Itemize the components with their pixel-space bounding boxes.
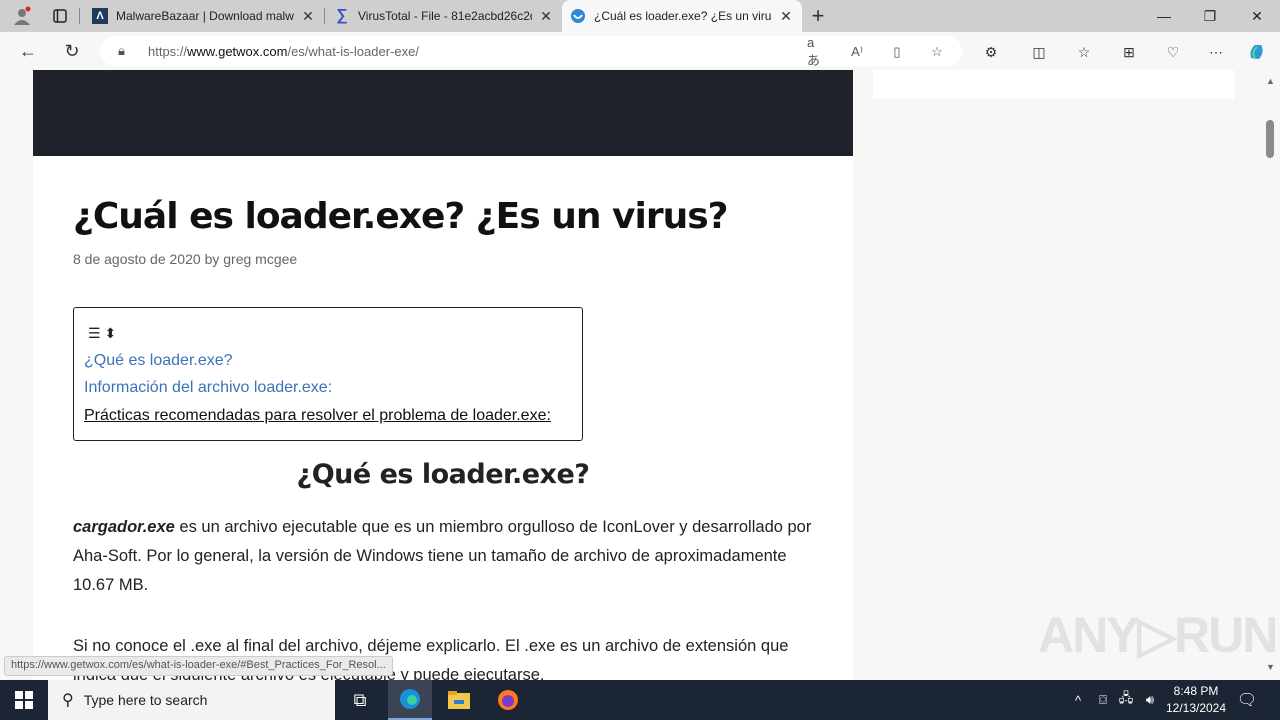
url-text[interactable]: https://www.getwox.com/es/what-is-loader… bbox=[148, 44, 419, 59]
clock-date: 12/13/2024 bbox=[1165, 701, 1227, 715]
tab-separator bbox=[324, 8, 325, 24]
getwox-icon bbox=[570, 8, 586, 24]
favorite-star-icon[interactable]: ☆ bbox=[927, 42, 947, 62]
toc-link[interactable]: ¿Qué es loader.exe? bbox=[84, 352, 233, 370]
taskbar: ⚲ Type here to search ⧉ ^ ⌼ 🖧︎ 🔊︎ 8:48 P… bbox=[0, 680, 1280, 720]
refresh-button[interactable]: ↻ bbox=[58, 39, 86, 63]
emphasis-term: cargador.exe bbox=[73, 518, 175, 536]
translate-icon[interactable]: aあ bbox=[807, 35, 827, 68]
search-placeholder: Type here to search bbox=[83, 692, 208, 708]
read-aloud-icon[interactable]: A⁾ bbox=[847, 42, 867, 62]
taskbar-search[interactable]: ⚲ Type here to search bbox=[48, 680, 335, 720]
scrollbar-thumb[interactable] bbox=[1266, 120, 1274, 158]
author-link[interactable]: greg mcgee bbox=[223, 251, 297, 267]
tab-separator bbox=[79, 8, 80, 24]
firefox-icon[interactable] bbox=[486, 680, 530, 720]
vertical-scrollbar[interactable]: ▲ ▼ bbox=[1262, 70, 1280, 680]
scroll-up-icon[interactable]: ▲ bbox=[1266, 76, 1275, 86]
close-tab-icon[interactable]: ✕ bbox=[778, 8, 794, 25]
paragraph: cargador.exe es un archivo ejecutable qu… bbox=[73, 513, 823, 600]
virustotal-icon: ∑ bbox=[336, 7, 348, 24]
toc-link[interactable]: Prácticas recomendadas para resolver el … bbox=[84, 407, 551, 425]
toc-toggle-icon[interactable]: ☰ ⬍ bbox=[88, 325, 116, 342]
clock-time: 8:48 PM bbox=[1173, 684, 1219, 698]
notifications-icon[interactable]: 🗨︎ bbox=[1237, 690, 1257, 710]
anyrun-watermark: ANY▷RUN bbox=[1038, 607, 1278, 663]
start-button[interactable] bbox=[0, 680, 48, 720]
post-date: 8 de agosto de 2020 bbox=[73, 251, 201, 267]
page-viewport: ¿Cuál es loader.exe? ¿Es un virus? 8 de … bbox=[0, 70, 1262, 680]
extensions-icon[interactable]: ⚙︎ bbox=[981, 42, 1001, 62]
restore-button[interactable]: ❐ bbox=[1187, 0, 1233, 32]
system-clock[interactable]: 8:48 PM 12/13/2024 bbox=[1160, 683, 1232, 717]
toc-link[interactable]: Información del archivo loader.exe: bbox=[84, 379, 332, 397]
address-bar[interactable]: 🔒︎ https://www.getwox.com/es/what-is-loa… bbox=[100, 35, 962, 68]
copilot-icon[interactable] bbox=[1247, 42, 1267, 62]
address-toolbar: ← ↻ 🔒︎ https://www.getwox.com/es/what-is… bbox=[0, 32, 1280, 70]
profile-avatar-icon[interactable] bbox=[10, 4, 34, 28]
file-explorer-icon[interactable] bbox=[437, 680, 481, 720]
volume-icon[interactable]: 🔊︎ bbox=[1140, 690, 1160, 710]
search-icon: ⚲ bbox=[62, 692, 74, 709]
hero-banner bbox=[33, 70, 853, 156]
favorites-icon[interactable]: ☆ bbox=[1074, 42, 1094, 62]
article-title: ¿Cuál es loader.exe? ¿Es un virus? bbox=[73, 196, 729, 237]
sidebar-widget bbox=[873, 70, 1234, 99]
tab-strip: Λ MalwareBazaar | Download malware ✕ ∑ V… bbox=[0, 0, 1280, 32]
tab-virustotal[interactable]: ∑ VirusTotal - File - 81e2acbd26c2d ✕ bbox=[326, 0, 562, 32]
tab-malwarebazaar[interactable]: Λ MalwareBazaar | Download malware ✕ bbox=[84, 0, 324, 32]
task-view-icon[interactable]: ⧉ bbox=[338, 680, 382, 720]
table-of-contents: ☰ ⬍ ¿Qué es loader.exe? Información del … bbox=[73, 307, 583, 441]
minimize-button[interactable]: — bbox=[1141, 0, 1187, 32]
malwarebazaar-icon: Λ bbox=[92, 8, 108, 24]
back-button[interactable]: ← bbox=[14, 39, 42, 63]
article-body: ¿Cuál es loader.exe? ¿Es un virus? 8 de … bbox=[33, 156, 853, 680]
immersive-reader-icon[interactable]: ▯ bbox=[887, 42, 907, 62]
edge-app-icon[interactable] bbox=[388, 680, 432, 720]
tab-actions-icon[interactable] bbox=[48, 4, 72, 28]
by-label: by bbox=[204, 251, 220, 267]
new-tab-button[interactable]: + bbox=[806, 3, 830, 28]
browser-essentials-icon[interactable]: ♡ bbox=[1163, 42, 1183, 62]
section-heading: ¿Qué es loader.exe? bbox=[296, 459, 590, 490]
close-tab-icon[interactable]: ✕ bbox=[538, 8, 554, 25]
split-screen-icon[interactable]: ◫ bbox=[1029, 42, 1049, 62]
more-options-icon[interactable]: ⋯ bbox=[1206, 42, 1226, 62]
collections-icon[interactable]: ⊞ bbox=[1119, 42, 1139, 62]
show-hidden-icons[interactable]: ^ bbox=[1068, 690, 1088, 710]
meet-now-icon[interactable]: ⌼ bbox=[1093, 690, 1113, 710]
paragraph-text: es un archivo ejecutable que es un miemb… bbox=[73, 518, 812, 594]
article-meta: 8 de agosto de 2020 by greg mcgee bbox=[73, 251, 297, 267]
close-window-button[interactable]: ✕ bbox=[1234, 0, 1280, 32]
network-icon[interactable]: 🖧︎ bbox=[1116, 690, 1136, 710]
tab-getwox[interactable]: ¿Cuál es loader.exe? ¿Es un virus? ✕ bbox=[562, 0, 802, 32]
lock-icon[interactable]: 🔒︎ bbox=[118, 43, 125, 59]
close-tab-icon[interactable]: ✕ bbox=[300, 8, 316, 25]
status-bar-url: https://www.getwox.com/es/what-is-loader… bbox=[4, 656, 393, 676]
